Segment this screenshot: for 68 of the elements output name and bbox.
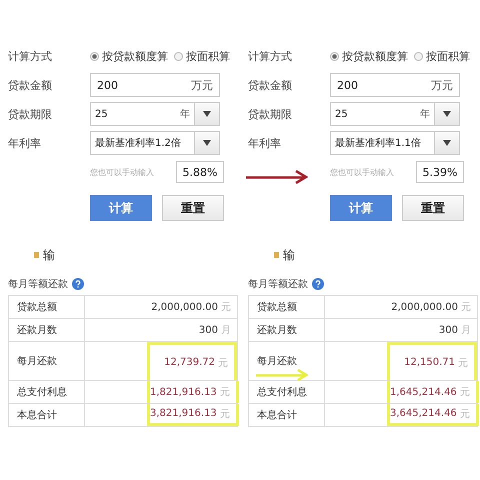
amount-field[interactable]: 200 万元: [330, 73, 460, 97]
table-cell: 还款月数: [249, 319, 325, 341]
table-cell: 3,645,214.46 元: [387, 404, 479, 426]
field-label: 年利率: [8, 136, 42, 150]
field-label: 计算方式: [248, 48, 293, 64]
radio-option[interactable]: 按面积算: [174, 48, 230, 64]
field-label: 年利率: [248, 136, 282, 150]
section-label: 输: [283, 246, 295, 264]
amount-field[interactable]: 200 万元: [90, 73, 220, 97]
table-cell: 总支付利息: [249, 381, 325, 403]
arrow-drawing: [246, 170, 308, 184]
reset-button[interactable]: 重置: [402, 195, 464, 221]
result-title: 每月等额还款: [8, 278, 68, 291]
table-cell: 12,150.71 元: [387, 342, 477, 380]
radio-button[interactable]: [330, 52, 339, 60]
bullet-icon: [34, 252, 39, 258]
section-label: 输: [43, 246, 55, 264]
term-field[interactable]: 25 年: [90, 102, 195, 126]
radio-option[interactable]: 按面积算: [414, 48, 470, 64]
bullet-icon: [274, 252, 279, 258]
table-cell: 1,821,916.13 元: [147, 381, 239, 403]
table-cell: 还款月数: [9, 319, 85, 341]
radio-option[interactable]: 按贷款额度算: [90, 48, 168, 64]
result-title: 每月等额还款: [248, 278, 308, 291]
dropdown-caret-icon: [443, 140, 451, 146]
table-cell: 本息合计: [249, 404, 325, 426]
dropdown-button[interactable]: [195, 102, 220, 126]
help-icon[interactable]: [312, 278, 324, 290]
table-cell: 12,739.72 元: [147, 342, 237, 380]
table-cell-text: 300 月: [198, 324, 232, 338]
field-label: 贷款金额: [248, 78, 293, 92]
reset-button[interactable]: 重置: [162, 195, 224, 221]
dropdown-button[interactable]: [435, 131, 460, 155]
field-label: 贷款期限: [8, 106, 53, 122]
radio-option[interactable]: 按贷款额度算: [330, 48, 408, 64]
radio-button[interactable]: [174, 52, 183, 60]
table-cell: 1,645,214.46 元: [387, 381, 479, 403]
table-cell: 每月还款: [249, 342, 325, 380]
dropdown-caret-icon: [203, 111, 211, 117]
calculate-button[interactable]: 计算: [90, 195, 152, 221]
field-label: 计算方式: [8, 48, 53, 64]
radio-button[interactable]: [414, 52, 423, 60]
table-cell-text: 300 月: [438, 324, 472, 338]
table-cell: 贷款总额: [9, 296, 85, 318]
rate-select[interactable]: 最新基准利率1.1倍: [330, 131, 435, 155]
table-cell: 本息合计: [9, 404, 85, 426]
dropdown-button[interactable]: [435, 102, 460, 126]
field-label: 贷款金额: [8, 78, 53, 92]
help-icon[interactable]: [72, 278, 84, 290]
radio-button[interactable]: [90, 52, 99, 60]
hint-text: 您也可以手动输入: [330, 166, 395, 178]
dropdown-caret-icon: [443, 111, 451, 117]
dropdown-button[interactable]: [195, 131, 220, 155]
rate-input[interactable]: 5.88%: [176, 161, 224, 183]
calculate-button[interactable]: 计算: [330, 195, 392, 221]
table-cell-text: 2,000,000.00 元: [150, 300, 232, 315]
table-cell-text: 2,000,000.00 元: [390, 300, 472, 315]
rate-select[interactable]: 最新基准利率1.2倍: [90, 131, 195, 155]
table-cell: 3,821,916.13 元: [147, 404, 239, 426]
hint-text: 您也可以手动输入: [90, 166, 155, 178]
table-cell: 每月还款: [9, 342, 85, 380]
table-cell: 总支付利息: [9, 381, 85, 403]
table-cell: 贷款总额: [249, 296, 325, 318]
dropdown-caret-icon: [203, 140, 211, 146]
rate-input[interactable]: 5.39%: [416, 161, 464, 183]
arrow-drawing: [256, 368, 308, 382]
term-field[interactable]: 25 年: [330, 102, 435, 126]
field-label: 贷款期限: [248, 106, 293, 122]
